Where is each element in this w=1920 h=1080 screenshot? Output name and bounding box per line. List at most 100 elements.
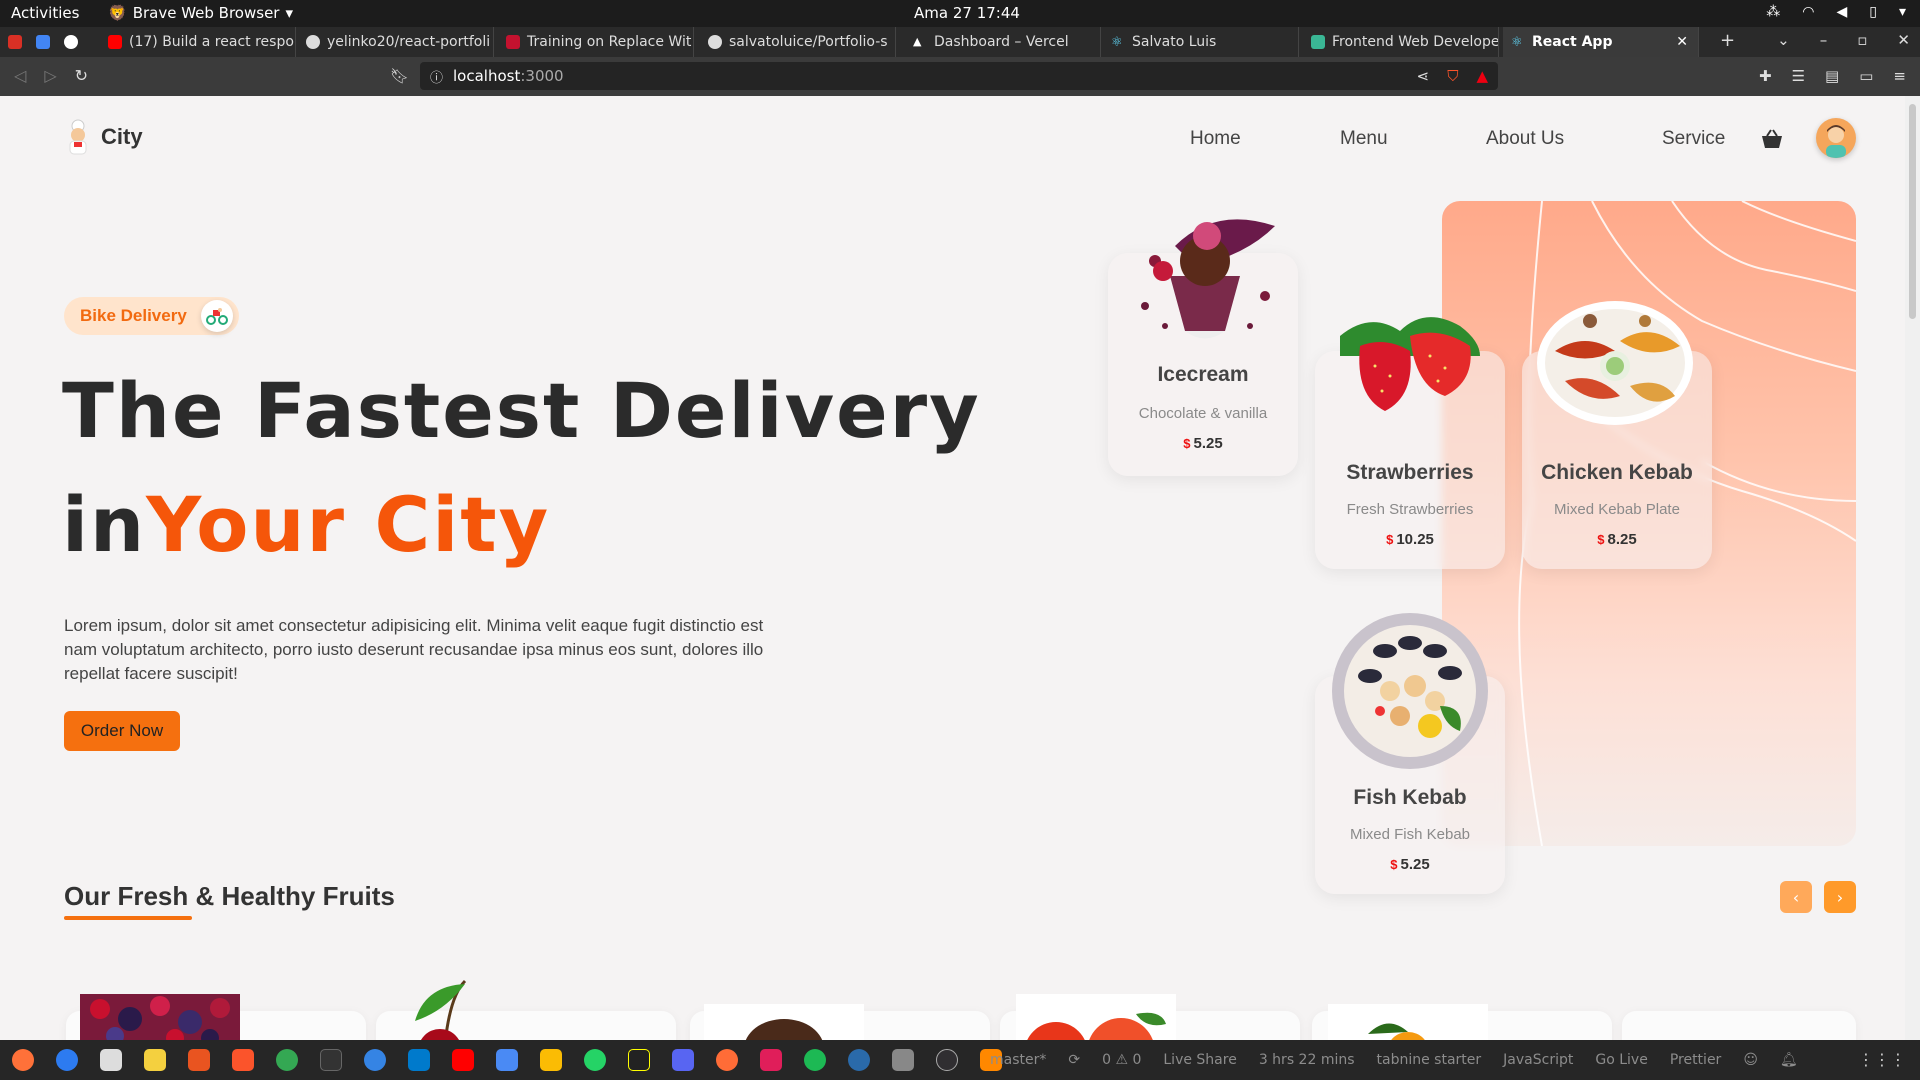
- chrome-icon[interactable]: [276, 1049, 298, 1071]
- tab-label: salvatoluice/Portfolio-s: [729, 34, 888, 50]
- postman-icon[interactable]: [716, 1049, 738, 1071]
- currency-symbol: $: [1183, 436, 1191, 451]
- reload-icon[interactable]: ↻: [75, 66, 88, 85]
- nav-menu[interactable]: Menu: [1340, 128, 1388, 150]
- basket-icon[interactable]: [1760, 128, 1784, 150]
- thunderbird-icon[interactable]: [56, 1049, 78, 1071]
- terminal-icon[interactable]: [320, 1049, 342, 1071]
- whatsapp-icon[interactable]: [584, 1049, 606, 1071]
- taskbar: master* ⟳ 0 ⚠ 0 Live Share 3 hrs 22 mins…: [0, 1040, 1920, 1080]
- clock[interactable]: Ama 27 17:44: [914, 4, 1020, 22]
- brave-rewards-icon[interactable]: ▲: [1476, 67, 1488, 85]
- language-status[interactable]: JavaScript: [1503, 1052, 1573, 1068]
- database-icon[interactable]: [892, 1049, 914, 1071]
- hero-description: Lorem ipsum, dolor sit amet consectetur …: [64, 616, 764, 683]
- nav-service[interactable]: Service: [1662, 128, 1725, 150]
- medium-icon[interactable]: [64, 35, 78, 49]
- playlist-icon[interactable]: ☰: [1792, 67, 1805, 85]
- menu-icon[interactable]: ≡: [1893, 67, 1906, 85]
- system-tray[interactable]: ⁂ ◠ ◀ ▯ ▾: [1766, 4, 1906, 20]
- vscode-icon[interactable]: [408, 1049, 430, 1071]
- tab-vercel[interactable]: ▲ Dashboard – Vercel: [905, 27, 1101, 57]
- help-icon[interactable]: [364, 1049, 386, 1071]
- nav-about-us[interactable]: About Us: [1486, 128, 1564, 150]
- youtube-icon: [108, 35, 122, 49]
- headline-your-city: Your City: [146, 480, 551, 569]
- gmail-icon[interactable]: [8, 35, 22, 49]
- youtube-icon[interactable]: [452, 1049, 474, 1071]
- taskbar-app-icons: [12, 1049, 1002, 1071]
- maximize-icon[interactable]: ▫: [1857, 31, 1867, 49]
- nav-home[interactable]: Home: [1190, 128, 1241, 150]
- section-title-underline: [64, 916, 192, 920]
- sidebar-icon[interactable]: ▤: [1825, 67, 1839, 85]
- fruit-card[interactable]: [1622, 1011, 1856, 1040]
- chef-logo-icon: [69, 119, 87, 155]
- url-host: localhost: [453, 67, 521, 85]
- web-page: City Home Menu About Us Service Bike Del…: [0, 96, 1920, 1040]
- obs-icon[interactable]: [936, 1049, 958, 1071]
- firefox-icon[interactable]: [12, 1049, 34, 1071]
- activities-button[interactable]: Activities: [11, 4, 79, 22]
- chicken-kebab-image: [1537, 301, 1693, 425]
- minimize-icon[interactable]: –: [1820, 31, 1828, 49]
- card-price-value: 8.25: [1607, 531, 1637, 548]
- mongodb-icon[interactable]: [848, 1049, 870, 1071]
- scrollbar-thumb[interactable]: [1909, 104, 1916, 319]
- prettier-status[interactable]: Prettier: [1670, 1052, 1722, 1068]
- discord-icon[interactable]: [672, 1049, 694, 1071]
- site-info-icon[interactable]: ⓘ: [430, 67, 443, 86]
- new-tab-button[interactable]: +: [1720, 30, 1735, 51]
- order-now-button[interactable]: Order Now: [64, 711, 180, 751]
- back-icon[interactable]: ◁: [14, 66, 26, 85]
- avatar[interactable]: [1816, 118, 1856, 158]
- close-icon[interactable]: ✕: [1897, 31, 1910, 49]
- tab-salvato[interactable]: ⚛ Salvato Luis: [1103, 27, 1299, 57]
- photos-icon[interactable]: [540, 1049, 562, 1071]
- chevron-down-icon[interactable]: ⌄: [1777, 31, 1790, 49]
- document-icon[interactable]: [496, 1049, 518, 1071]
- brave-icon[interactable]: [232, 1049, 254, 1071]
- fish-kebab-image: [1332, 613, 1488, 769]
- wallet-icon[interactable]: ▭: [1859, 67, 1873, 85]
- carousel-prev-button[interactable]: ‹: [1780, 881, 1812, 913]
- chevron-left-icon: ‹: [1792, 887, 1800, 907]
- slack-icon[interactable]: [760, 1049, 782, 1071]
- forward-icon[interactable]: ▷: [44, 66, 56, 85]
- currency-symbol: $: [1597, 532, 1605, 547]
- app-menu[interactable]: 🦁 Brave Web Browser ▾: [108, 4, 293, 22]
- rhythmbox-icon[interactable]: [144, 1049, 166, 1071]
- spotify-icon[interactable]: [804, 1049, 826, 1071]
- brave-shields-icon[interactable]: ⛉: [1447, 67, 1458, 85]
- go-live-status[interactable]: Go Live: [1595, 1052, 1647, 1068]
- url-field[interactable]: ⓘ localhost:3000 ⋖ ⛉ ▲: [420, 62, 1498, 90]
- tab-bar: (17) Build a react respon yelinko20/reac…: [0, 27, 1920, 57]
- show-apps-icon[interactable]: ⋮⋮⋮: [1858, 1050, 1906, 1069]
- carousel-next-button[interactable]: ›: [1824, 881, 1856, 913]
- feedback-icon[interactable]: ☺: [1743, 1052, 1758, 1068]
- tabnine-status[interactable]: tabnine starter: [1377, 1052, 1482, 1068]
- sync-icon[interactable]: ⟳: [1068, 1052, 1080, 1068]
- tab-frontend[interactable]: Frontend Web Develope: [1303, 27, 1499, 57]
- git-branch-status[interactable]: master*: [990, 1052, 1046, 1068]
- bookmark-icon[interactable]: 🔖︎: [390, 67, 409, 85]
- tab-github-1[interactable]: yelinko20/react-portfoli: [298, 27, 494, 57]
- time-tracker-status[interactable]: 3 hrs 22 mins: [1259, 1052, 1355, 1068]
- files-icon[interactable]: [100, 1049, 122, 1071]
- tab-youtube[interactable]: (17) Build a react respon: [100, 27, 296, 57]
- tab-react-app[interactable]: ⚛ React App ✕: [1503, 27, 1699, 57]
- tab-training[interactable]: Training on Replace Wit: [498, 27, 694, 57]
- editor-icon[interactable]: [628, 1049, 650, 1071]
- tab-github-2[interactable]: salvatoluice/Portfolio-s: [700, 27, 896, 57]
- close-icon[interactable]: ✕: [1676, 34, 1688, 50]
- problems-status[interactable]: 0 ⚠ 0: [1102, 1052, 1141, 1068]
- calendar-icon[interactable]: [36, 35, 50, 49]
- site-logo[interactable]: City: [63, 118, 143, 156]
- live-share-status[interactable]: Live Share: [1163, 1052, 1236, 1068]
- extensions-icon[interactable]: ✚: [1759, 67, 1772, 85]
- card-subtitle: Fresh Strawberries: [1346, 501, 1474, 518]
- page-scrollbar[interactable]: [1905, 96, 1920, 1040]
- software-center-icon[interactable]: [188, 1049, 210, 1071]
- notifications-icon[interactable]: 🔔︎: [1780, 1052, 1798, 1068]
- share-icon[interactable]: ⋖: [1417, 67, 1430, 85]
